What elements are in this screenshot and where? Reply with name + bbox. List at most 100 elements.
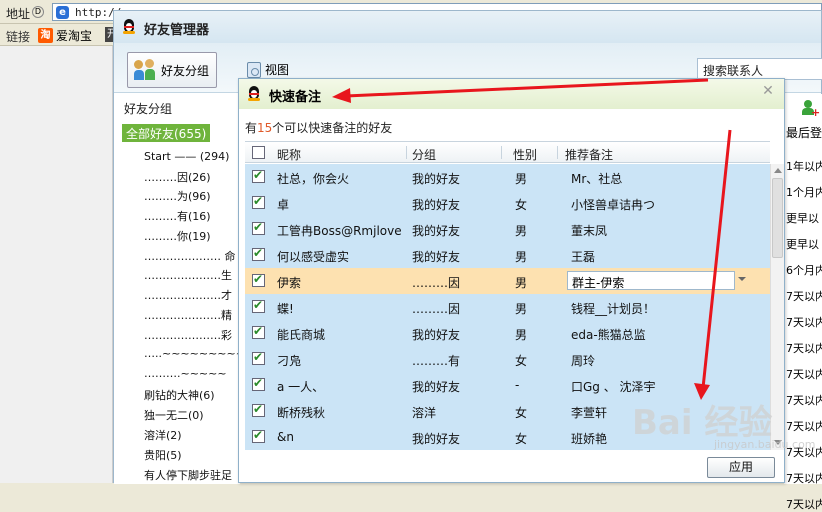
last-login-cell: 1年以内 — [786, 160, 822, 173]
last-login-cell: 7天以内 — [786, 420, 822, 433]
remark-edit-input[interactable]: 群主-伊索 — [567, 271, 735, 290]
taobao-icon: 淘 — [38, 28, 53, 43]
row-remark: 王磊 — [571, 250, 596, 264]
last-login-cell: 7天以内 — [786, 342, 822, 355]
group-item[interactable]: …………………才 — [144, 287, 232, 303]
row-checkbox[interactable] — [252, 246, 265, 261]
row-nickname: 卓 — [277, 198, 290, 212]
col-gender[interactable]: 性别 — [513, 146, 537, 163]
remark-row[interactable]: 刁凫 ………有 女 周玲 — [245, 346, 770, 372]
last-login-cell: 7天以内 — [786, 290, 822, 303]
row-checkbox[interactable] — [252, 402, 265, 417]
row-nickname: 能氏商城 — [277, 328, 326, 342]
group-item[interactable]: ………为(96) — [144, 188, 211, 204]
scroll-up-icon[interactable] — [774, 168, 782, 173]
contact-search-input[interactable]: 搜索联系人 — [697, 58, 822, 80]
row-nickname: a 一人、 — [277, 380, 325, 394]
group-item[interactable]: ………你(19) — [144, 228, 211, 244]
links-label: 链接 — [6, 30, 31, 44]
qq-penguin-icon — [122, 19, 136, 35]
row-checkbox[interactable] — [252, 376, 265, 391]
row-group: 溶洋 — [412, 406, 437, 420]
remark-row[interactable]: 能氏商城 我的好友 男 eda-熊猫总监 — [245, 320, 770, 346]
info-prefix: 有 — [245, 121, 258, 135]
remark-row[interactable]: 蝶! ………因 男 钱程__计划员！ — [245, 294, 770, 320]
friend-manager-titlebar[interactable]: 好友管理器 — [114, 11, 821, 43]
group-item[interactable]: 贵阳(5) — [144, 447, 182, 463]
group-item[interactable]: …………………彩 — [144, 327, 232, 343]
group-item[interactable]: …………………生 — [144, 267, 232, 283]
group-item[interactable]: 溶洋(2) — [144, 427, 182, 443]
last-login-cell: 7天以内 — [786, 472, 822, 485]
add-friend-icon[interactable]: + — [802, 100, 820, 119]
row-gender: 女 — [515, 406, 528, 420]
last-login-column: + 最后登 1年以内 1个月内 更早以 更早以 6个月内 7天以内 7天以内 7天以内 7天以内… — [784, 94, 822, 511]
row-nickname: &n — [277, 430, 294, 444]
apply-button[interactable]: 应用 — [707, 457, 775, 478]
last-login-cell: 7天以内 — [786, 368, 822, 381]
col-remark[interactable]: 推荐备注 — [565, 146, 613, 163]
row-checkbox[interactable] — [252, 194, 265, 209]
row-gender: - — [515, 378, 520, 392]
group-item[interactable]: 独一无二(0) — [144, 407, 204, 423]
col-nickname[interactable]: 昵称 — [277, 146, 301, 163]
row-checkbox[interactable] — [252, 272, 265, 287]
quick-remark-title: 快速备注 — [269, 90, 322, 105]
row-gender: 男 — [515, 276, 528, 290]
col-group[interactable]: 分组 — [412, 146, 436, 163]
row-nickname: 刁凫 — [277, 354, 302, 368]
row-group: 我的好友 — [412, 224, 461, 238]
remark-row[interactable]: 何以感受虚实 我的好友 男 王磊 — [245, 242, 770, 268]
group-item[interactable]: 刷钻的大神(6) — [144, 387, 215, 403]
row-checkbox[interactable] — [252, 168, 265, 183]
group-tree-header: 好友分组 — [124, 102, 173, 116]
group-all-friends[interactable]: 全部好友(655) — [122, 124, 211, 142]
group-item[interactable]: …………………精 — [144, 307, 232, 323]
last-login-header[interactable]: 最后登 — [786, 124, 822, 141]
row-checkbox[interactable] — [252, 428, 265, 443]
row-group: ………因 — [412, 276, 461, 290]
row-remark: 董末凤 — [571, 224, 608, 238]
row-group: ………因 — [412, 302, 461, 316]
row-group: 我的好友 — [412, 328, 461, 342]
remark-row[interactable]: 工管冉Boss@Rmjlove 我的好友 男 董末凤 — [245, 216, 770, 242]
remark-row[interactable]: 伊索 ………因 男 群主-伊索 — [245, 268, 770, 294]
group-item[interactable]: ………有(16) — [144, 208, 211, 224]
group-item[interactable]: Start —— (294) — [144, 150, 229, 163]
row-gender: 男 — [515, 224, 528, 238]
taobao-link[interactable]: 淘 爱淘宝 — [38, 27, 92, 44]
row-remark: eda-熊猫总监 — [571, 328, 646, 342]
remark-row[interactable]: 社总，你会火 我的好友 男 Mr、社总 — [245, 164, 770, 190]
scroll-thumb[interactable] — [772, 178, 783, 258]
row-remark: 钱程__计划员！ — [571, 302, 656, 316]
select-all-checkbox[interactable] — [252, 146, 265, 159]
group-item[interactable]: ………因(26) — [144, 169, 211, 185]
quick-remark-info: 有15个可以快速备注的好友 — [245, 119, 392, 136]
row-group: 我的好友 — [412, 172, 461, 186]
row-remark: 口Gg 、 沈泽宇 — [571, 380, 656, 394]
row-gender: 男 — [515, 328, 528, 342]
baidu-watermark: Bai 经验 — [632, 403, 773, 443]
group-item[interactable]: ……….~~~~~ — [144, 367, 227, 380]
row-checkbox[interactable] — [252, 350, 265, 365]
row-checkbox[interactable] — [252, 324, 265, 339]
remark-row[interactable]: 卓 我的好友 女 小怪兽卓诘冉つ — [245, 190, 770, 216]
chevron-down-icon[interactable] — [738, 277, 746, 281]
close-icon[interactable]: ✕ — [760, 83, 776, 99]
row-nickname: 蝶! — [277, 302, 294, 316]
row-checkbox[interactable] — [252, 298, 265, 313]
quick-remark-titlebar[interactable]: 快速备注 ✕ — [239, 79, 784, 109]
last-login-cell: 6个月内 — [786, 264, 822, 277]
row-gender: 男 — [515, 302, 528, 316]
row-remark: 小怪兽卓诘冉つ — [571, 198, 656, 212]
friend-group-button[interactable]: 好友分组 — [127, 52, 217, 88]
row-group: 我的好友 — [412, 198, 461, 212]
row-group: 我的好友 — [412, 432, 461, 446]
group-item[interactable]: ………………… 命 — [144, 248, 236, 264]
view-button[interactable]: 视图 — [247, 61, 289, 78]
address-label: 地址 — [6, 7, 31, 21]
row-checkbox[interactable] — [252, 220, 265, 235]
row-group: ………有 — [412, 354, 461, 368]
group-item[interactable]: 有人停下脚步驻足 — [144, 467, 232, 483]
qq-penguin-icon — [247, 86, 261, 102]
